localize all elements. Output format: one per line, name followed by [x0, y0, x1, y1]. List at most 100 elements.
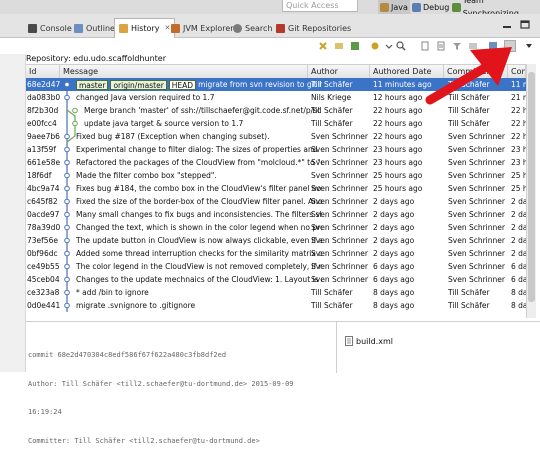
perspective-debug[interactable]: Debug [412, 0, 449, 14]
search-icon[interactable] [396, 41, 406, 51]
commit-author: Sven Schrinner [311, 210, 368, 219]
commit-author: Sven Schrinner [311, 275, 368, 284]
column-header-authored-date[interactable]: Authored Date [370, 65, 444, 78]
commit-author: Sven Schrinner [311, 197, 368, 206]
table-row[interactable]: ce323a8 * add /bin to ignore Till Schäfer 8… [26, 286, 526, 299]
scrollbar-thumb[interactable] [528, 72, 535, 302]
list-item[interactable]: build.xml [345, 336, 393, 346]
table-row[interactable]: 68e2d47 master origin/master HEAD migrate fr… [26, 78, 526, 91]
file-icon [345, 336, 353, 346]
collapse-icon[interactable] [488, 41, 498, 51]
commit-message: Fixed the size of the border-box of the … [76, 197, 322, 206]
link-with-editor-icon[interactable] [420, 41, 430, 51]
commit-message-cell: Changed the text, which is shown in the … [62, 221, 322, 234]
commit-message: Fixed bug #187 (Exception when changing … [76, 132, 270, 141]
authored-date: 2 days ago [373, 236, 415, 245]
table-row[interactable]: 661e58e Refactored the packages of the Cl… [26, 156, 526, 169]
graph-node [64, 198, 70, 205]
committer: Till Schäfer [448, 93, 490, 102]
view-menu-icon[interactable] [524, 41, 534, 51]
graph-node [64, 224, 70, 231]
table-row[interactable]: 45ceb04 Changes to the update mechnaics o… [26, 273, 526, 286]
commit-author: Sven Schrinner [311, 184, 368, 193]
commit-author: Sven Schrinner [311, 171, 368, 180]
pull-icon[interactable] [318, 41, 328, 51]
commit-message: Refactored the packages of the CloudView… [76, 158, 322, 167]
minimize-icon[interactable] [502, 20, 512, 30]
ref-label: origin/master [110, 80, 167, 90]
perspective-java[interactable]: Java [378, 0, 410, 14]
commit-message-cell: Merge branch 'master' of ssh://tillschae… [62, 104, 330, 117]
tab-outline[interactable]: Outline [74, 19, 115, 37]
tab-git-repositories[interactable]: Git Repositories [276, 19, 351, 37]
tab-label: Git Repositories [288, 23, 352, 33]
pin-view-icon[interactable] [504, 40, 516, 52]
compare-icon[interactable] [334, 41, 344, 51]
column-header-message[interactable]: Message [60, 65, 308, 78]
team-sync-perspective-icon [452, 2, 461, 12]
graph-node [64, 133, 70, 140]
commit-id: 4bc9a74 [27, 184, 60, 193]
table-row[interactable]: 8f2b30d Merge branch 'master' of ssh://ti… [26, 104, 526, 117]
commit-message-cell: Fixes bug #184, the combo box in the Clo… [62, 182, 322, 195]
committer: Till Schäfer [448, 288, 490, 297]
table-row[interactable]: ce49b55 The color legend in the CloudView… [26, 260, 526, 273]
tab-search[interactable]: Search [233, 19, 272, 37]
authored-date: 2 days ago [373, 249, 415, 258]
table-row[interactable]: 0acde97 Many small changes to fix bugs an… [26, 208, 526, 221]
commit-message: The update button in CloudView is now al… [76, 236, 322, 245]
tab-history[interactable]: History ✕ [114, 18, 176, 38]
committed-date: 23 h [511, 145, 526, 154]
graph-node [64, 211, 70, 218]
commit-message-cell: migrate .svnignore to .gitignore [62, 299, 322, 312]
show-all-branches-icon[interactable] [436, 41, 446, 51]
tab-jvm-explorer[interactable]: JVM Explorer [171, 19, 234, 37]
perspective-bar: Quick Access Java Debug Team Synchronizi… [0, 0, 540, 18]
maximize-icon[interactable] [520, 20, 530, 30]
commit-message-cell: Fixed the size of the border-box of the … [62, 195, 322, 208]
tab-console[interactable]: Console [28, 19, 72, 37]
settings-icon[interactable] [370, 41, 380, 51]
chevron-down-icon[interactable] [384, 41, 394, 51]
commit-author: Nils Kriege [311, 93, 352, 102]
table-row[interactable]: da083b0 changed Java version required to … [26, 91, 526, 104]
table-row[interactable]: 9aee7b6 Fixed bug #187 (Exception when ch… [26, 130, 526, 143]
filter-icon[interactable] [452, 41, 462, 51]
table-row[interactable]: a13f59f Experimental change to filter dia… [26, 143, 526, 156]
commit-message-cell: changed Java version required to 1.7 [62, 91, 322, 104]
table-row[interactable]: e00fcc4 update java target & source versi… [26, 117, 526, 130]
committed-date: 25 h [511, 184, 526, 193]
commit-graph [64, 81, 78, 312]
author-time-line: 16:19:24 [28, 408, 62, 416]
commit-message: Many small changes to fix bugs and incon… [76, 210, 322, 219]
authored-date: 11 minutes ago [373, 80, 432, 89]
authored-date: 22 hours ago [373, 132, 423, 141]
commit-message: Changes to the update mechnaics of the C… [76, 275, 322, 284]
tab-label: Outline [86, 23, 115, 33]
commit-message: The color legend in the CloudView is not… [76, 262, 322, 271]
vertical-scrollbar[interactable] [526, 64, 536, 318]
table-row[interactable]: 4bc9a74 Fixes bug #184, the combo box in … [26, 182, 526, 195]
column-header-author[interactable]: Author [308, 65, 370, 78]
table-row[interactable]: 18f6df Made the filter combo box "stepped… [26, 169, 526, 182]
table-row[interactable]: 0bf96dc Added some thread interruption ch… [26, 247, 526, 260]
table-row[interactable]: 78a39d0 Changed the text, which is shown … [26, 221, 526, 234]
table-header: Id Message Author Authored Date Committe… [26, 65, 526, 79]
close-icon[interactable]: ✕ [164, 20, 170, 37]
table-row[interactable]: c645f82 Fixed the size of the border-box … [26, 195, 526, 208]
column-header-committer[interactable]: Committer [444, 65, 508, 78]
table-row[interactable]: 73ef56e The update button in CloudView is… [26, 234, 526, 247]
show-changes-icon[interactable] [468, 41, 478, 51]
committed-date: 2 days ag [511, 197, 526, 206]
table-row[interactable]: 0d0e441 migrate .svnignore to .gitignore T… [26, 299, 526, 312]
commit-message-cell: * add /bin to ignore [62, 286, 322, 299]
commit-message-cell: Added some thread interruption checks fo… [62, 247, 322, 260]
quick-access-input[interactable]: Quick Access [282, 0, 358, 12]
share-icon[interactable] [350, 41, 360, 51]
column-header-id[interactable]: Id [26, 65, 60, 78]
perspective-team-synchronizing[interactable]: Team Synchronizing [452, 0, 540, 18]
authored-date: 8 days ago [373, 301, 415, 310]
commit-id: e00fcc4 [27, 119, 57, 128]
column-header-committed[interactable]: Committed [508, 65, 526, 78]
committer: Sven Schrinner [448, 262, 505, 271]
